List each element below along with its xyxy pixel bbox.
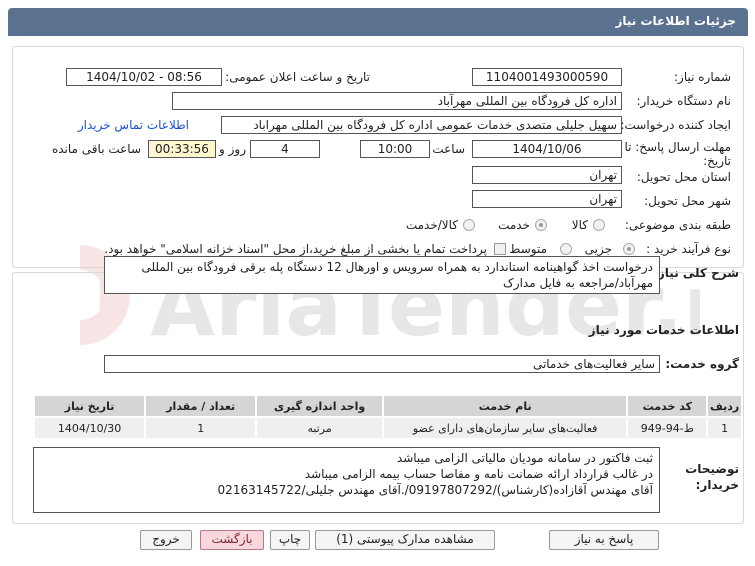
remaining-time-label: ساعت باقی مانده [51,142,141,156]
col-header-row-number: ردیف [706,394,743,418]
need-number-label: شماره نیاز: [674,70,731,84]
need-number-field: 1104001493000590 [472,68,622,86]
city-label: شهر محل تحویل: [644,194,731,208]
process-option-medium: متوسط [509,242,547,256]
category-option-goods: کالا [571,218,588,232]
cell-unit: مرتبه [255,416,384,440]
service-group-label: گروه خدمت: [665,357,739,371]
category-option-goods-service: کالا/خدمت [405,218,458,232]
deadline-date-label: تاریخ: [703,154,731,168]
category-label: طبقه بندی موضوعی: [624,218,731,232]
service-group-field: سایر فعالیت‌های خدماتی [104,355,660,373]
page: جزئیات اطلاعات نیاز AriaTender.net شماره… [0,0,755,566]
attachments-button[interactable]: مشاهده مدارک پیوستی (1) [315,530,495,550]
category-radio-goods[interactable] [593,219,605,231]
exit-button[interactable]: خروج [140,530,192,550]
category-radio-goods-service[interactable] [463,219,475,231]
process-label: نوع فرآیند خرید : [646,242,731,256]
buyer-contact-link[interactable]: اطلاعات تماس خریدار [78,118,189,132]
remaining-time-field: 00:33:56 [148,140,216,158]
notes-line: در غالب قرارداد ارائه ضمانت نامه و مفاصا… [304,467,653,481]
back-button[interactable]: بازگشت [200,530,264,550]
services-table: ردیف کد خدمت نام خدمت واحد اندازه گیری ت… [32,394,743,440]
process-radio-medium[interactable] [560,243,572,255]
deadline-date-field: 1404/10/06 [472,140,622,158]
creator-field: سهیل جلیلی متصدی خدمات عمومی اداره کل فر… [221,116,622,134]
col-header-unit: واحد اندازه گیری [255,394,384,418]
notes-label-line2: خریدار: [695,478,739,492]
reply-button[interactable]: پاسخ به نیاز [549,530,659,550]
deadline-time-label: ساعت [432,142,465,156]
category-radio-service[interactable] [535,219,547,231]
summary-label: شرح کلی نیاز: [653,266,739,280]
process-radio-minor[interactable] [623,243,635,255]
cell-need-date: 1404/10/30 [32,416,147,440]
days-field: 4 [250,140,320,158]
notes-label-line1: توضیحات [685,462,739,476]
col-header-need-date: تاریخ نیاز [32,394,147,418]
cell-service-code: ط-94-949 [626,416,709,440]
announce-date-field: 1404/10/02 - 08:56 [66,68,222,86]
col-header-service-name: نام خدمت [381,394,629,418]
notes-line: آقای مهندس آقازاده(کارشناس)/09197807292/… [217,483,653,497]
process-option-minor: جزیی [584,242,612,256]
page-header: جزئیات اطلاعات نیاز [8,8,748,36]
creator-label: ایجاد کننده درخواست: [620,118,731,132]
province-label: استان محل تحویل: [636,170,731,184]
city-field: تهران [472,190,622,208]
cell-service-name: فعالیت‌های سایر سازمان‌های دارای عضو [381,416,629,440]
col-header-quantity: تعداد / مقدار [144,394,258,418]
buyer-org-label: نام دستگاه خریدار: [636,94,732,108]
notes-field: ثبت فاکتور در سامانه مودیان مالیاتی الزا… [33,447,660,513]
payment-checkbox[interactable] [494,243,506,255]
cell-quantity: 1 [144,416,258,440]
col-header-service-code: کد خدمت [626,394,709,418]
notes-line: ثبت فاکتور در سامانه مودیان مالیاتی الزا… [396,451,653,465]
category-option-service: خدمت [498,218,530,232]
announce-date-label: تاریخ و ساعت اعلان عمومی: [225,70,370,84]
deadline-label: مهلت ارسال پاسخ: تا [624,140,731,154]
deadline-time-field: 10:00 [360,140,430,158]
services-section-title: اطلاعات خدمات مورد نیاز [588,323,739,337]
page-title: جزئیات اطلاعات نیاز [615,14,736,28]
cell-row-number: 1 [706,416,743,440]
province-field: تهران [472,166,622,184]
summary-field: درخواست اخذ گواهینامه استاندارد به همراه… [104,256,660,294]
payment-note: پرداخت تمام یا بخشی از مبلغ خرید،از محل … [104,242,487,256]
days-label: روز و [219,142,246,156]
print-button[interactable]: چاپ [270,530,310,550]
table-row: 1 ط-94-949 فعالیت‌های سایر سازمان‌های دا… [32,416,743,440]
buyer-org-field: اداره کل فرودگاه بین المللی مهرآباد [172,92,622,110]
table-header-row: ردیف کد خدمت نام خدمت واحد اندازه گیری ت… [32,394,743,418]
